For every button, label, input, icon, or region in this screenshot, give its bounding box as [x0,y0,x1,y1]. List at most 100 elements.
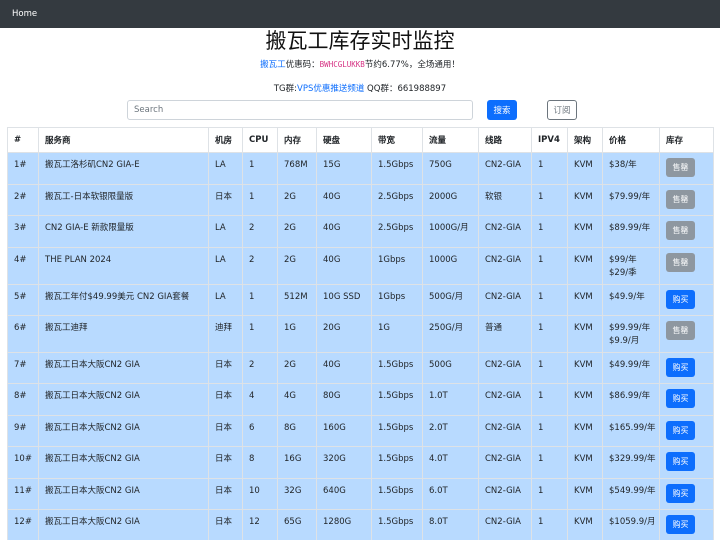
cell-line: CN2-GIA [478,509,532,540]
cell-traffic: 1.0T [422,383,479,416]
table-row: 3# CN2 GIA-E 新款限量版 LA 2 2G 40G 2.5Gbps 1000G/月 C… [7,215,714,248]
cell-ram: 65G [277,509,317,540]
cell-price: $49.99/年 [602,352,660,384]
cell-traffic: 4.0T [422,446,479,479]
cell-ram: 2G [277,184,317,216]
buy-button[interactable]: 购买 [666,421,695,440]
price-line: $79.99/年 [609,192,651,202]
cell-stock: 购买 [659,478,714,510]
search-button[interactable]: 搜索 [487,100,517,120]
cell-dc: LA [208,284,243,316]
cell-ipv4: 1 [531,352,568,384]
cell-stock: 购买 [659,446,714,479]
table-row: 11# 搬瓦工日本大阪CN2 GIA 日本 10 32G 640G 1.5Gbps 6.0T C… [7,478,714,510]
cell-dc: 迪拜 [208,315,243,353]
cell-ram: 2G [277,352,317,384]
cell-name: 搬瓦工年付$49.99美元 CN2 GIA套餐 [38,284,209,316]
cell-cpu: 12 [242,509,278,540]
cell-price: $49.9/年 [602,284,660,316]
cell-cpu: 2 [242,215,278,248]
cell-arch: KVM [567,247,603,285]
table-row: 4# THE PLAN 2024 LA 2 2G 40G 1Gbps 1000G CN2-GIA… [7,247,714,285]
search-input[interactable] [127,100,473,120]
cell-cpu: 6 [242,415,278,447]
buy-button[interactable]: 购买 [666,452,695,471]
col-header: 机房 [208,127,243,153]
cell-cpu: 2 [242,352,278,384]
cell-dc: 日本 [208,383,243,416]
col-header: 线路 [478,127,532,153]
price-line: $9.9/月 [609,336,640,346]
cell-line: CN2-GIA [478,446,532,479]
cell-line: CN2-GIA [478,352,532,384]
sold-out-button: 售罄 [666,158,695,177]
cell-cpu: 8 [242,446,278,479]
price-line: $49.99/年 [609,360,651,370]
cell-arch: KVM [567,315,603,353]
cell-price: $165.99/年 [602,415,660,447]
tg-channel-link[interactable]: VPS优惠推送频道 [297,84,364,94]
cell-arch: KVM [567,184,603,216]
col-header: IPV4 [531,127,568,153]
col-header: 带宽 [371,127,423,153]
cell-bw: 1.5Gbps [371,509,423,540]
cell-ipv4: 1 [531,152,568,185]
cell-id: 10# [7,446,39,479]
cell-disk: 320G [316,446,372,479]
buy-button[interactable]: 购买 [666,290,695,309]
cell-traffic: 2000G [422,184,479,216]
cell-id: 4# [7,247,39,285]
cell-dc: 日本 [208,184,243,216]
col-header: 硬盘 [316,127,372,153]
cell-dc: 日本 [208,509,243,540]
cell-line: 软银 [478,184,532,216]
tg-prefix: TG群: [273,84,298,94]
cell-id: 9# [7,415,39,447]
price-line: $1059.9/月 [609,517,656,527]
sold-out-button: 售罄 [666,190,695,209]
promo-link[interactable]: 搬瓦工 [260,60,286,70]
cell-ipv4: 1 [531,215,568,248]
price-line: $99/年 [609,255,637,265]
cell-traffic: 750G [422,152,479,185]
cell-arch: KVM [567,415,603,447]
cell-id: 3# [7,215,39,248]
cell-line: CN2-GIA [478,284,532,316]
cell-stock: 售罄 [659,184,714,216]
table-row: 6# 搬瓦工迪拜 迪拜 1 1G 20G 1G 250G/月 普通 1 KVM $99.99/年 $9.… [7,315,714,353]
subscribe-button[interactable]: 订阅 [547,100,577,120]
qq-group-text: QQ群：661988897 [364,84,447,94]
cell-dc: 日本 [208,446,243,479]
tg-line: TG群:VPS优惠推送频道 QQ群：661988897 [0,82,720,96]
cell-ipv4: 1 [531,184,568,216]
cell-ram: 2G [277,247,317,285]
price-line: $165.99/年 [609,423,656,433]
price-line: $99.99/年 [609,323,651,333]
cell-stock: 售罄 [659,247,714,285]
buy-button[interactable]: 购买 [666,358,695,377]
cell-traffic: 1000G/月 [422,215,479,248]
cell-bw: 1.5Gbps [371,152,423,185]
nav-home-link[interactable]: Home [12,9,37,19]
cell-ram: 8G [277,415,317,447]
cell-disk: 40G [316,247,372,285]
col-header: 价格 [602,127,660,153]
cell-line: CN2-GIA [478,152,532,185]
cell-name: 搬瓦工日本大阪CN2 GIA [38,415,209,447]
cell-traffic: 8.0T [422,509,479,540]
price-line: $49.9/年 [609,292,645,302]
buy-button[interactable]: 购买 [666,515,695,534]
cell-id: 7# [7,352,39,384]
cell-id: 1# [7,152,39,185]
cell-price: $86.99/年 [602,383,660,416]
cell-disk: 40G [316,352,372,384]
buy-button[interactable]: 购买 [666,389,695,408]
cell-bw: 2.5Gbps [371,184,423,216]
cell-price: $99/年 $29/季 [602,247,660,285]
price-line: $329.99/年 [609,454,656,464]
cell-dc: 日本 [208,415,243,447]
cell-price: $1059.9/月 [602,509,660,540]
cell-traffic: 6.0T [422,478,479,510]
buy-button[interactable]: 购买 [666,484,695,503]
cell-bw: 1.5Gbps [371,352,423,384]
